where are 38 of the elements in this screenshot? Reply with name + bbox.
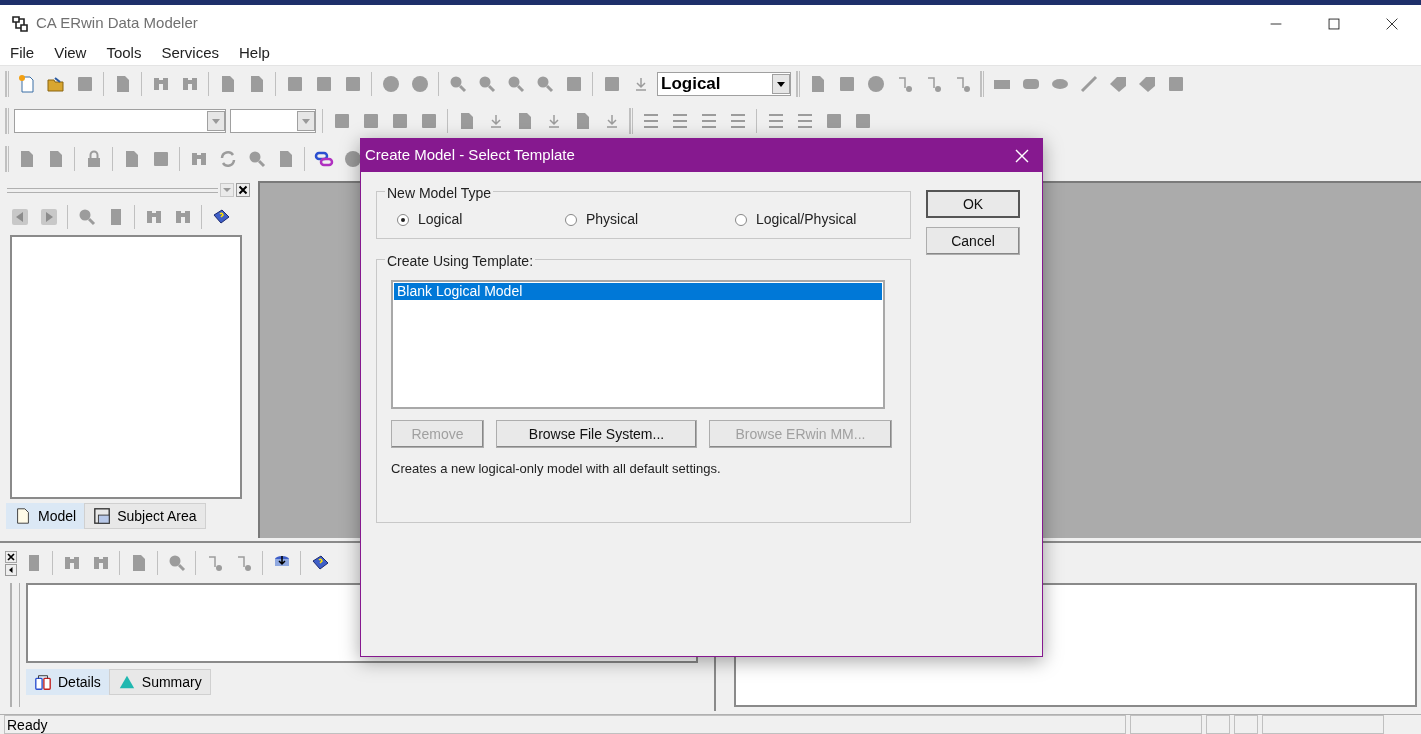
new-document-icon[interactable] (16, 74, 37, 94)
app-icon (10, 13, 30, 34)
menu-item[interactable]: Services (161, 42, 219, 65)
window-title: CA ERwin Data Modeler (36, 13, 199, 34)
close-icon[interactable] (5, 550, 17, 563)
dropdown[interactable] (14, 109, 226, 133)
page-icon (14, 507, 32, 525)
link-icon[interactable] (313, 149, 334, 169)
cancel-button[interactable]: Cancel (926, 227, 1020, 255)
grip-handle[interactable] (10, 583, 20, 707)
menu-item[interactable]: View (54, 42, 87, 65)
status-panel (1206, 715, 1230, 734)
radio-button[interactable]: Physical (565, 209, 735, 230)
tab[interactable]: Model (6, 503, 85, 529)
open-folder-icon[interactable] (45, 74, 66, 94)
button[interactable]: Browse File System... (496, 420, 697, 448)
menu-item[interactable]: Tools (106, 42, 142, 65)
tab[interactable]: Summary (108, 669, 211, 695)
status-panel (1130, 715, 1202, 734)
menu-item[interactable]: Help (239, 42, 270, 65)
status-text: Ready (4, 715, 1126, 734)
description-text: Creates a new logical-only model with all default settings. (391, 460, 722, 478)
dialog-title: Create Model - Select Template (365, 145, 575, 166)
radio-button[interactable]: Logical (397, 209, 565, 230)
ok-button[interactable]: OK (926, 190, 1020, 218)
tab[interactable]: Subject Area (84, 503, 206, 529)
line-icon[interactable] (1078, 74, 1099, 94)
status-panel (1234, 715, 1258, 734)
menu-item[interactable]: File (10, 42, 35, 65)
circle-icon[interactable] (342, 149, 363, 169)
window-icon (93, 507, 112, 525)
close-icon[interactable] (236, 183, 250, 197)
details-icon (34, 673, 52, 691)
tab[interactable]: Details (26, 669, 109, 695)
radio-button[interactable]: Logical/Physical (735, 209, 905, 230)
dropdown[interactable] (230, 109, 316, 133)
dropdown[interactable]: Logical (657, 72, 791, 96)
list-item[interactable]: Blank Logical Model (394, 283, 882, 300)
